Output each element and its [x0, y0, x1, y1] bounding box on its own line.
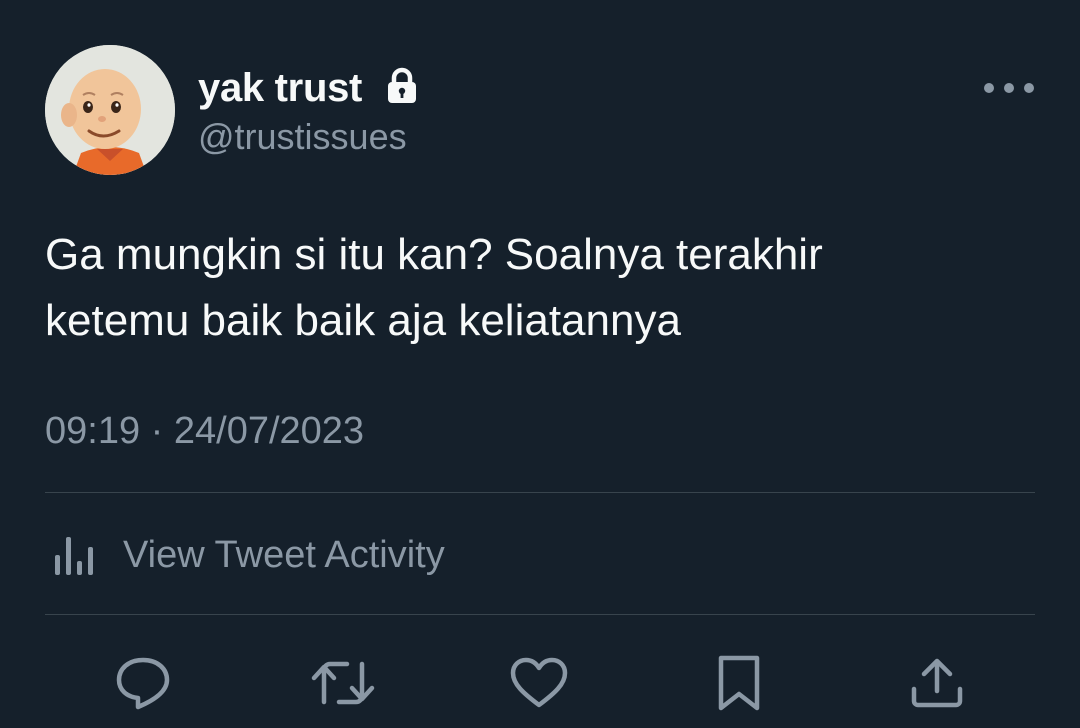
avatar-image: [45, 45, 175, 175]
reply-icon: [116, 657, 170, 710]
retweet-button[interactable]: [308, 648, 378, 718]
more-options-button[interactable]: [978, 70, 1040, 106]
retweet-icon: [311, 661, 375, 705]
tweet-timestamp[interactable]: 09:19 · 24/07/2023: [45, 410, 364, 453]
avatar[interactable]: [45, 45, 175, 175]
share-button[interactable]: [902, 648, 972, 718]
handle[interactable]: @trustissues: [198, 116, 407, 158]
share-icon: [911, 658, 963, 708]
tweet-text: Ga mungkin si itu kan? Soalnya terakhir …: [45, 230, 823, 345]
like-icon: [510, 657, 568, 708]
divider: [45, 614, 1035, 615]
bookmark-icon: [718, 655, 760, 711]
view-tweet-activity-button[interactable]: View Tweet Activity: [45, 520, 445, 590]
bookmark-button[interactable]: [704, 648, 774, 718]
view-tweet-activity-label: View Tweet Activity: [123, 533, 445, 576]
bar-chart-icon: [55, 537, 93, 575]
like-button[interactable]: [504, 648, 574, 718]
lock-icon: [388, 67, 416, 103]
display-name[interactable]: yak trust: [198, 66, 362, 111]
reply-button[interactable]: [108, 648, 178, 718]
divider: [45, 492, 1035, 493]
more-icon: [984, 83, 1034, 93]
